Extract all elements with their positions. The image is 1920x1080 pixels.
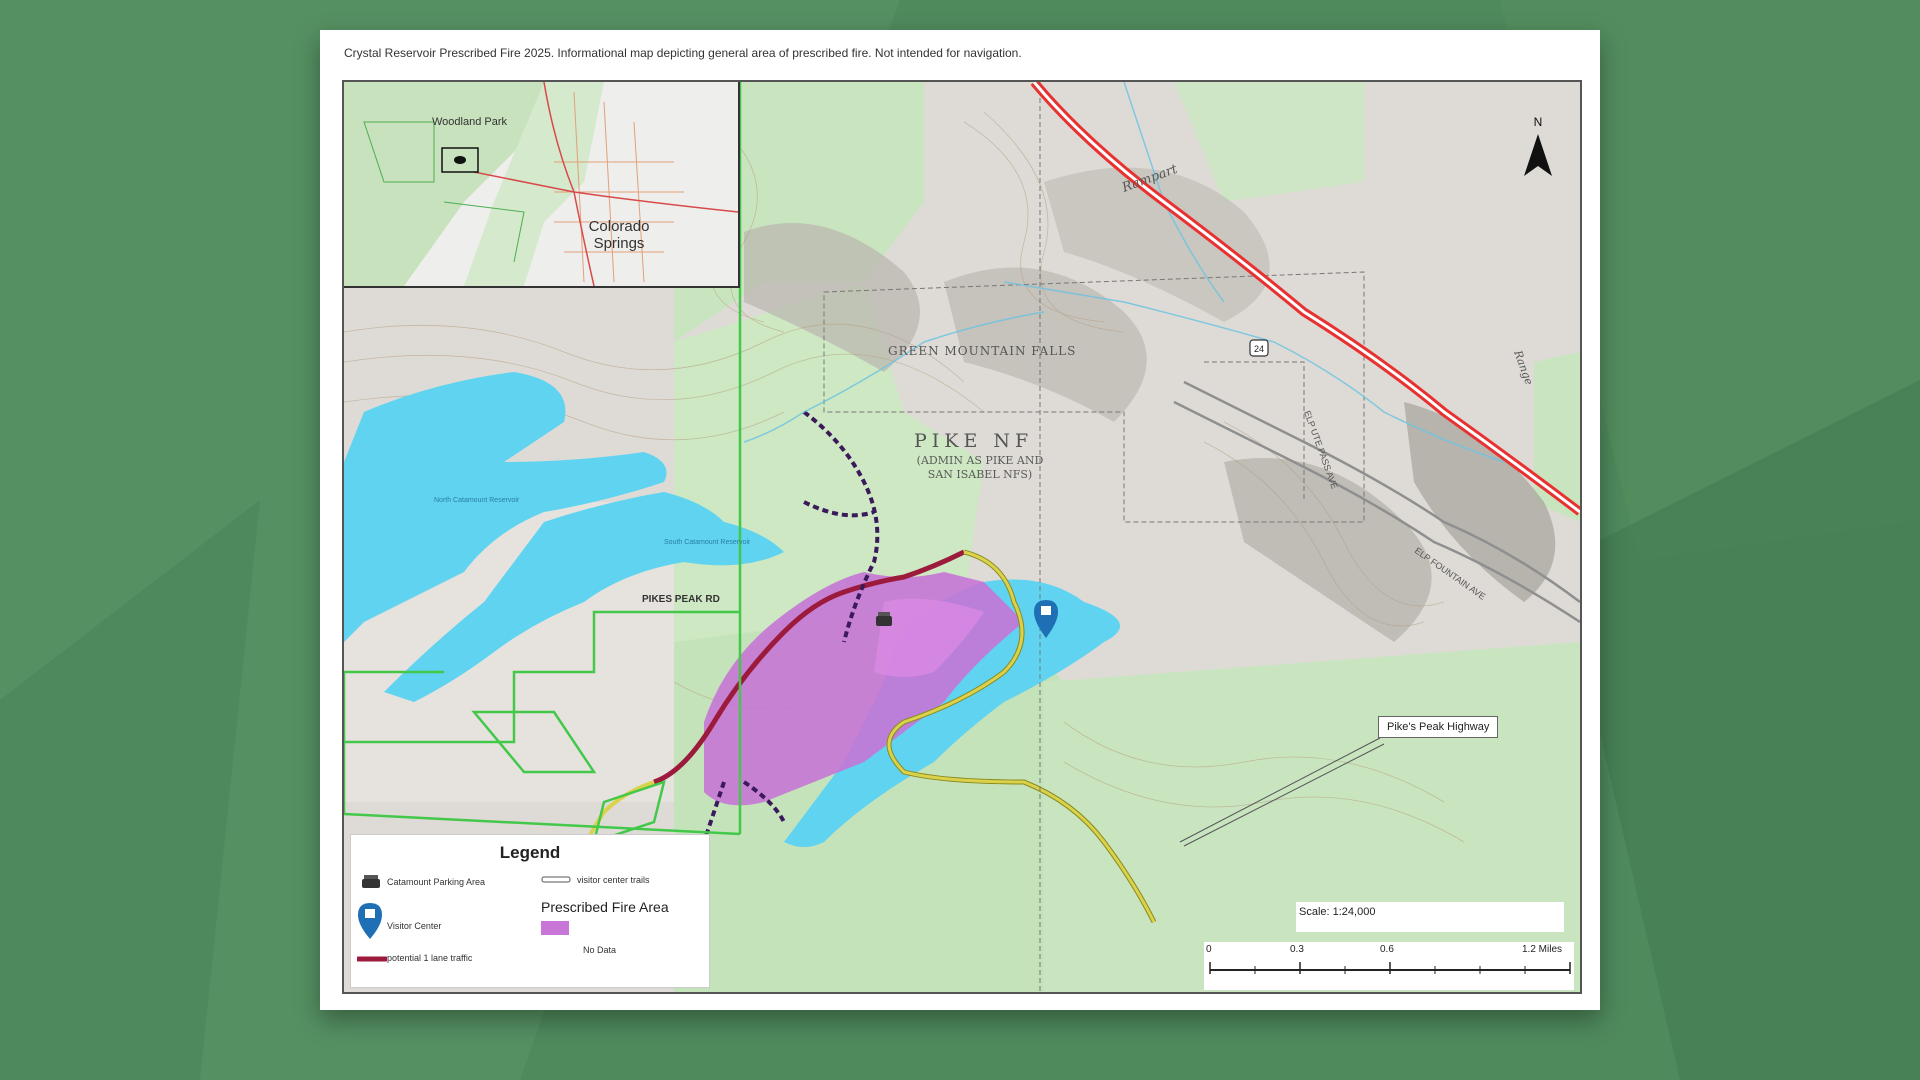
green-mountain-falls-label: GREEN MOUNTAIN FALLS bbox=[888, 344, 1077, 358]
scale-bar-graphic bbox=[1209, 962, 1571, 974]
trail-swatch bbox=[541, 876, 571, 883]
pikes-peak-rd-label: PIKES PEAK RD bbox=[642, 594, 720, 605]
legend-fire-area-label: Prescribed Fire Area bbox=[541, 899, 669, 915]
map-legend: Legend Catamount Parking Area Visitor Ce… bbox=[350, 834, 710, 988]
scale-tick-0-3: 0.3 bbox=[1290, 944, 1304, 955]
locator-inset-map: Woodland Park Colorado Springs bbox=[344, 82, 740, 288]
parking-icon bbox=[876, 612, 892, 626]
scale-tick-0: 0 bbox=[1206, 944, 1212, 955]
legend-trails-label: visitor center trails bbox=[577, 875, 650, 885]
scale-tick-1-2: 1.2 Miles bbox=[1522, 944, 1563, 955]
fire-area-swatch bbox=[541, 921, 569, 935]
inset-map-graphic bbox=[344, 82, 738, 286]
pike-nf-label: PIKE NF bbox=[914, 430, 1034, 452]
map-caption: Crystal Reservoir Prescribed Fire 2025. … bbox=[344, 46, 1022, 60]
parking-icon bbox=[362, 875, 380, 888]
one-lane-swatch bbox=[357, 956, 387, 962]
scale-tick-0-6: 0.6 bbox=[1380, 944, 1394, 955]
scale-ratio-box: Scale: 1:24,000 bbox=[1296, 902, 1564, 932]
pike-nf-admin-label: (ADMIN AS PIKE AND SAN ISABEL NFS) bbox=[916, 454, 1044, 481]
scale-ratio-text: Scale: 1:24,000 bbox=[1299, 906, 1376, 918]
forest-area bbox=[1044, 642, 1580, 992]
woodland-park-label: Woodland Park bbox=[432, 116, 508, 128]
map-frame: 24 N Rampart Range ELP FOUNTAIN AVE ELP … bbox=[342, 80, 1582, 994]
map-card: Crystal Reservoir Prescribed Fire 2025. … bbox=[320, 30, 1600, 1010]
svg-text:North Catamount Reservoir: North Catamount Reservoir bbox=[434, 497, 520, 504]
legend-no-data-label: No Data bbox=[583, 945, 617, 955]
svg-text:South Catamount Reservoir: South Catamount Reservoir bbox=[664, 539, 751, 546]
legend-one-lane-label: potential 1 lane traffic bbox=[387, 953, 473, 963]
pikes-peak-highway-callout: Pike's Peak Highway bbox=[1378, 716, 1499, 738]
colorado-springs-label: Colorado Springs bbox=[588, 218, 650, 252]
legend-visitor-center-label: Visitor Center bbox=[387, 921, 442, 931]
svg-text:N: N bbox=[1534, 115, 1543, 129]
visitor-center-icon bbox=[358, 903, 382, 939]
legend-parking-label: Catamount Parking Area bbox=[387, 877, 486, 887]
svg-text:24: 24 bbox=[1254, 344, 1264, 354]
legend-title: Legend bbox=[499, 843, 561, 862]
scale-bar: 0 0.3 0.6 1.2 Miles bbox=[1204, 942, 1574, 990]
